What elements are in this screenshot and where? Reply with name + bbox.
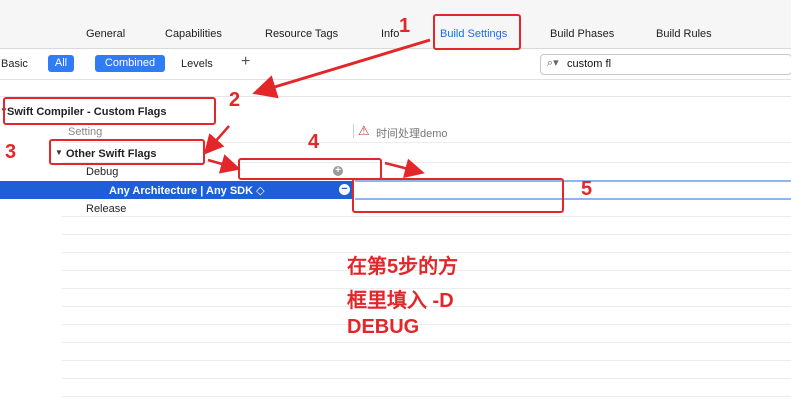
annotation-arrows	[203, 38, 431, 178]
arrow-4-to-5	[384, 158, 425, 178]
arrow-2-to-3	[203, 125, 230, 155]
arrow-3-to-4	[207, 154, 241, 174]
arrow-1-to-2	[252, 38, 431, 99]
